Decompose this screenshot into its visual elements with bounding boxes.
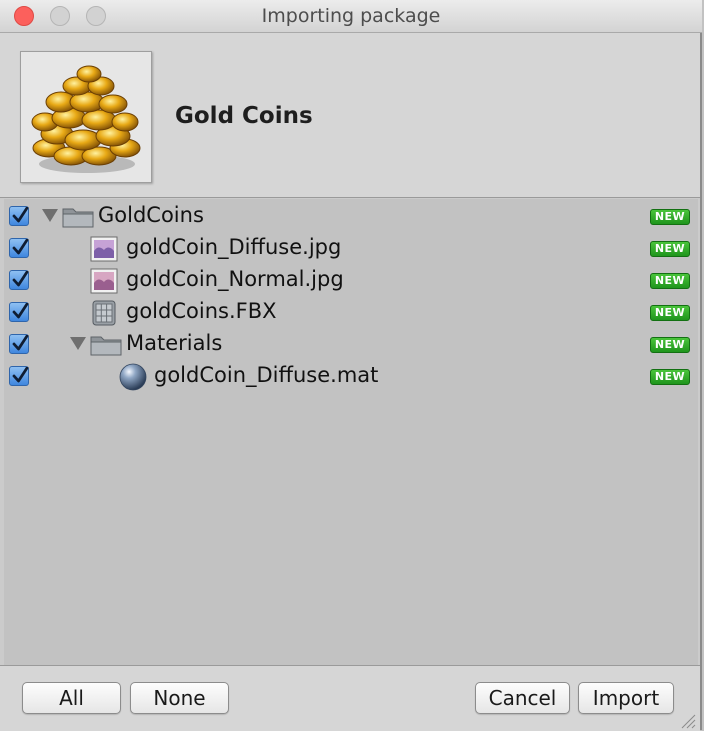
- new-badge: NEW: [650, 337, 690, 353]
- material-sphere-icon: [119, 363, 147, 391]
- folder-icon: [62, 208, 94, 228]
- gold-coins-icon: [31, 65, 141, 173]
- checkmark-icon: [12, 367, 29, 383]
- tree-item-label: goldCoin_Normal.jpg: [126, 267, 344, 291]
- tree-row-diffuse-jpg[interactable]: goldCoin_Diffuse.jpg NEW: [4, 232, 698, 264]
- checkmark-icon: [12, 239, 29, 255]
- include-checkbox[interactable]: [9, 238, 29, 258]
- cancel-button[interactable]: Cancel: [475, 682, 570, 714]
- checkmark-icon: [12, 303, 29, 319]
- new-badge: NEW: [650, 305, 690, 321]
- asset-tree: GoldCoins NEW goldCoin_Diffuse.jpg NEW g…: [4, 199, 698, 665]
- expand-arrow-icon[interactable]: [42, 209, 58, 222]
- select-all-button[interactable]: All: [22, 682, 121, 714]
- include-checkbox[interactable]: [9, 366, 29, 386]
- checkmark-icon: [12, 335, 29, 351]
- import-package-window: Importing package Gold Coins GoldCoins N…: [0, 0, 702, 731]
- folder-icon: [90, 336, 122, 356]
- checkmark-icon: [12, 271, 29, 287]
- tree-row-materials[interactable]: Materials NEW: [4, 328, 698, 360]
- tree-row-fbx[interactable]: goldCoins.FBX NEW: [4, 296, 698, 328]
- tree-item-label: GoldCoins: [98, 203, 204, 227]
- new-badge: NEW: [650, 273, 690, 289]
- tree-row-diffuse-mat[interactable]: goldCoin_Diffuse.mat NEW: [4, 360, 698, 392]
- import-button[interactable]: Import: [578, 682, 674, 714]
- new-badge: NEW: [650, 209, 690, 225]
- checkmark-icon: [12, 207, 29, 223]
- mesh-file-icon: [92, 300, 116, 326]
- tree-item-label: goldCoin_Diffuse.jpg: [126, 235, 342, 259]
- tree-item-label: goldCoin_Diffuse.mat: [154, 363, 379, 387]
- package-thumbnail: [20, 51, 152, 183]
- resize-grip-icon[interactable]: [678, 711, 696, 729]
- image-file-icon: [90, 268, 118, 294]
- include-checkbox[interactable]: [9, 334, 29, 354]
- expand-arrow-icon[interactable]: [70, 337, 86, 350]
- include-checkbox[interactable]: [9, 270, 29, 290]
- tree-item-label: Materials: [126, 331, 223, 355]
- title-bar[interactable]: Importing package: [0, 0, 702, 33]
- new-badge: NEW: [650, 241, 690, 257]
- tree-item-label: goldCoins.FBX: [126, 299, 277, 323]
- include-checkbox[interactable]: [9, 302, 29, 322]
- dialog-footer: All None Cancel Import: [0, 665, 700, 731]
- image-file-icon: [90, 236, 118, 262]
- tree-row-goldcoins[interactable]: GoldCoins NEW: [4, 200, 698, 232]
- package-name: Gold Coins: [175, 103, 313, 129]
- window-title: Importing package: [261, 5, 441, 27]
- package-header: Gold Coins: [0, 33, 700, 198]
- new-badge: NEW: [650, 369, 690, 385]
- include-checkbox[interactable]: [9, 206, 29, 226]
- select-none-button[interactable]: None: [130, 682, 229, 714]
- tree-row-normal-jpg[interactable]: goldCoin_Normal.jpg NEW: [4, 264, 698, 296]
